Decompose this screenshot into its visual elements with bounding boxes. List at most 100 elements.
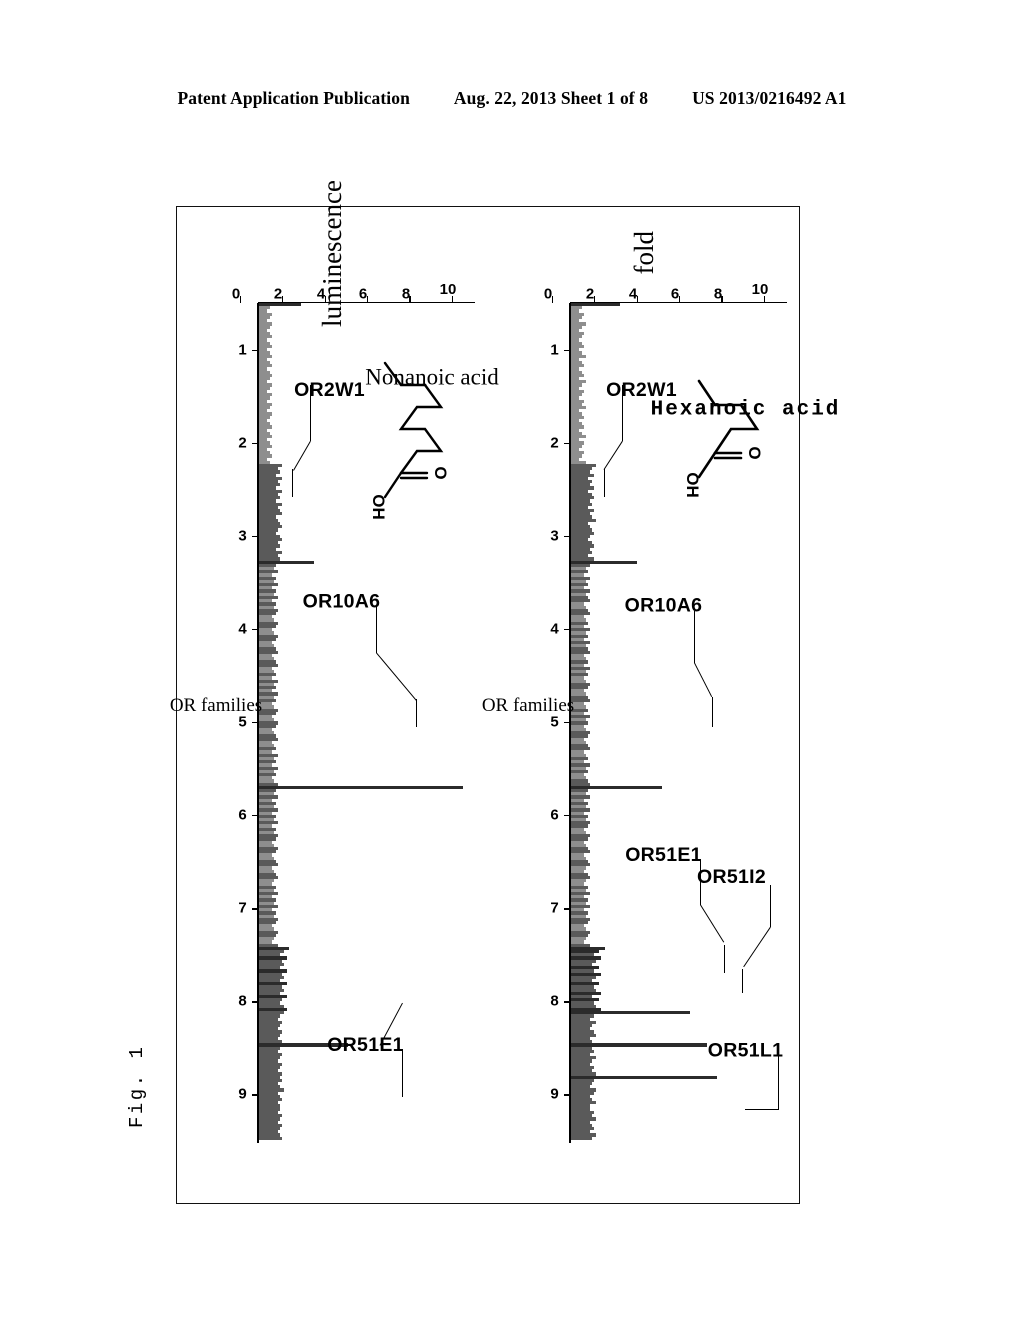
x-tick-mark — [564, 815, 570, 817]
x-tick-mark — [564, 908, 570, 910]
y-tick-label: 4 — [317, 207, 334, 303]
y-tick-text: 6 — [359, 285, 368, 303]
y-tick-label: 6 — [671, 207, 689, 303]
x-tick-label: 7 — [546, 900, 563, 917]
x-tick-text: 1 — [238, 341, 247, 359]
x-tick-mark — [564, 442, 570, 444]
x-tick-label: 3 — [546, 527, 563, 544]
carbonyl-o-label: O — [745, 446, 764, 459]
y-tick-mark — [239, 296, 241, 303]
y-tick-mark — [324, 296, 326, 303]
x-tick-label: 5 — [234, 714, 251, 731]
y-tick-text: 4 — [628, 285, 637, 303]
x-tick-label: 9 — [546, 1086, 563, 1103]
x-tick-text: 6 — [550, 806, 559, 824]
hydroxyl-oh-label: OH — [683, 472, 702, 498]
date-sheet-label: Aug. 22, 2013 Sheet 1 of 8 — [453, 88, 649, 108]
x-tick-label: 1 — [234, 341, 251, 358]
x-tick-text: 6 — [238, 806, 247, 824]
callout-nonanoic-or10a6: OR10A6 — [303, 563, 381, 641]
callout-label-or51i2: OR51I2 — [696, 866, 767, 889]
leader-n-or10a6-h — [375, 605, 377, 653]
y-tick-mark — [366, 296, 369, 303]
chemical-structure-nonanoic: O OH — [361, 353, 469, 563]
x-tick-label: 3 — [234, 527, 251, 544]
y-tick-label: 0 — [544, 207, 562, 303]
y-tick-label: 4 — [629, 207, 646, 303]
leader-or2w1-h2 — [603, 469, 605, 497]
y-tick-label: 6 — [359, 207, 377, 303]
x-tick-text: 7 — [550, 899, 559, 917]
x-tick-text: 3 — [238, 527, 247, 545]
x-tick-mark — [564, 628, 570, 631]
y-tick-text: 10 — [751, 281, 769, 299]
x-tick-label: 6 — [234, 807, 251, 824]
x-axis-title-top-text: OR families — [481, 694, 575, 716]
leader-n-or2w1-h2 — [291, 469, 293, 497]
bar — [259, 785, 463, 790]
y-tick-mark — [551, 296, 553, 303]
y-tick-mark — [451, 296, 453, 303]
callout-label-or51e1: OR51E1 — [625, 843, 702, 866]
x-tick-label: 1 — [546, 341, 563, 358]
callout-label-nonanoic-or51e1: OR51E1 — [327, 1033, 404, 1056]
x-tick-label: 7 — [234, 900, 251, 917]
x-tick-label: 2 — [546, 434, 563, 451]
hydroxyl-oh-label-nonanoic: OH — [369, 494, 388, 520]
y-tick-text: 8 — [401, 285, 410, 303]
chart-panel-nonanoic: luminescence 0 2 4 6 8 10 123456789 OR famili… — [170, 180, 499, 1205]
x-tick-label: 9 — [234, 1086, 251, 1103]
y-tick-text: 2 — [586, 285, 595, 303]
callout-hexanoic-or51e1: OR51E1 — [625, 817, 702, 894]
leader-n-or2w1-h — [309, 385, 311, 441]
chart-panel-hexanoic: fold 0 2 4 6 8 10 123456789 OR families Hexan… — [482, 207, 840, 1205]
y-tick-mark — [594, 296, 596, 303]
x-tick-mark — [252, 535, 258, 538]
y-tick-text: 6 — [671, 285, 680, 303]
y-tick-label: 10 — [440, 207, 462, 303]
bar — [571, 1136, 593, 1140]
leader-or51e1-h2 — [723, 945, 725, 973]
y-tick-mark — [763, 296, 765, 303]
callout-label-or2w1: OR2W1 — [606, 378, 677, 401]
x-tick-label: 5 — [546, 714, 563, 731]
publication-label: Patent Application Publication — [177, 88, 410, 108]
x-tick-text: 8 — [550, 992, 559, 1010]
y-tick-label: 10 — [752, 207, 774, 303]
chemical-structure-hexanoic: O OH — [675, 357, 775, 547]
x-tick-mark — [252, 1094, 258, 1096]
y-tick-text: 2 — [274, 285, 283, 303]
x-tick-mark — [564, 1001, 570, 1003]
callout-label-or10a6: OR10A6 — [624, 594, 703, 617]
x-tick-label: 4 — [234, 620, 251, 637]
x-tick-text: 1 — [550, 341, 559, 359]
leader-or51l1-v — [745, 1109, 779, 1111]
x-tick-mark — [252, 1001, 258, 1003]
y-tick-text: 0 — [231, 285, 241, 303]
y-tick-text: 8 — [713, 285, 722, 303]
figure-frame: fold 0 2 4 6 8 10 123456789 OR families Hexan… — [170, 180, 840, 1205]
x-tick-mark — [252, 722, 258, 724]
figure-label: Fig. 1 — [126, 1044, 148, 1128]
x-tick-mark — [564, 722, 570, 724]
x-tick-label: 4 — [546, 620, 563, 637]
y-tick-mark — [678, 296, 681, 303]
callout-hexanoic-or10a6: OR10A6 — [625, 567, 703, 645]
x-tick-mark — [252, 815, 258, 817]
patent-number-label: US 2013/0216492 A1 — [692, 88, 847, 108]
x-tick-text: 2 — [238, 434, 247, 452]
y-tick-label: 2 — [274, 207, 292, 303]
leader-n-or10a6-h2 — [415, 699, 417, 727]
x-tick-mark — [564, 349, 570, 351]
callout-hexanoic-or51l1: OR51L1 — [708, 1013, 784, 1089]
x-tick-label: 2 — [234, 434, 251, 451]
x-tick-mark — [252, 908, 258, 910]
y-tick-label: 0 — [231, 207, 250, 303]
leader-or10a6-h2 — [711, 697, 713, 727]
x-tick-mark — [252, 442, 258, 444]
y-tick-text: 10 — [439, 281, 457, 299]
leader-or51l1-h — [777, 1055, 779, 1109]
y-tick-label: 8 — [401, 207, 419, 303]
leader-or2w1-h — [621, 385, 623, 441]
x-axis-title-bottom: OR families — [170, 207, 262, 1205]
